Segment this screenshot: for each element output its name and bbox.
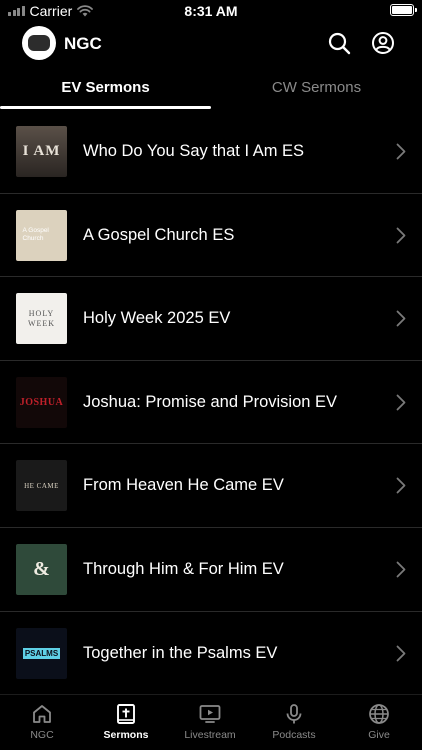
sermon-thumbnail: PSALMS [16,627,67,679]
sermon-thumbnail: JOSHUA [16,376,67,428]
sermon-tabs: EV Sermons CW Sermons [0,70,422,110]
active-tab-indicator [0,106,211,109]
sermon-thumbnail: A Gospel Church [16,209,67,261]
sermon-title: From Heaven He Came EV [83,476,284,495]
thumbnail-text: HOLY WEEK [27,308,56,328]
tab-ev-sermons[interactable]: EV Sermons [0,70,211,108]
thumbnail-text: I AM [22,143,61,159]
list-item[interactable]: HE CAME From Heaven He Came EV [0,444,422,528]
app-title: NGC [64,34,102,53]
list-item[interactable]: HOLY WEEK Holy Week 2025 EV [0,277,422,361]
chevron-right-icon [396,561,406,578]
sermon-title: A Gospel Church ES [83,225,235,244]
sermon-thumbnail: HE CAME [16,460,67,512]
chevron-right-icon [396,143,406,160]
bible-icon [117,704,135,724]
sermon-title: Through Him & For Him EV [83,559,284,578]
sermon-thumbnail: HOLY WEEK [16,293,67,345]
status-time: 8:31 AM [184,3,238,19]
church-logo [22,26,56,60]
thumbnail-text: A Gospel Church [22,227,49,243]
list-item[interactable]: A Gospel Church A Gospel Church ES [0,194,422,278]
tab-label: NGC [30,729,54,741]
tab-label: Podcasts [272,729,316,741]
home-icon [33,705,51,723]
tab-label: Sermons [103,729,149,741]
thumbnail-text: HE CAME [24,481,59,490]
tab-ngc[interactable]: NGC [0,703,84,741]
sermon-title: Holy Week 2025 EV [83,309,231,328]
search-icon[interactable] [327,31,351,55]
chevron-right-icon [396,477,406,494]
app-header: NGC [0,25,422,63]
tab-label: Give [368,729,390,741]
status-bar: Carrier 8:31 AM [0,0,422,22]
chevron-right-icon [396,645,406,661]
microphone-icon [286,704,302,724]
account-icon[interactable] [371,31,395,55]
tab-podcasts[interactable]: Podcasts [252,703,336,741]
list-item[interactable]: JOSHUA Joshua: Promise and Provision EV [0,361,422,445]
sermon-title: Joshua: Promise and Provision EV [83,392,338,411]
thumbnail-text: & [33,557,50,580]
tab-livestream[interactable]: Livestream [168,703,252,741]
tab-cw-sermons[interactable]: CW Sermons [211,70,422,108]
list-item[interactable]: & Through Him & For Him EV [0,528,422,612]
list-item[interactable]: PSALMS Together in the Psalms EV [0,612,422,696]
list-item[interactable]: I AM Who Do You Say that I Am ES [0,110,422,194]
sermon-thumbnail: I AM [16,126,67,177]
chevron-right-icon [396,394,406,411]
sermon-title: Who Do You Say that I Am ES [83,142,305,160]
tab-label: Livestream [184,729,236,741]
sermon-thumbnail: & [16,543,67,595]
chevron-right-icon [396,227,406,243]
bottom-tab-bar: NGC Sermons Livestream Podcasts Give [0,694,422,750]
thumbnail-text: JOSHUA [19,396,64,408]
sermon-title: Together in the Psalms EV [83,643,278,662]
battery-icon [390,4,417,16]
sermon-list: I AM Who Do You Say that I Am ES A Gospe… [0,110,422,696]
chevron-right-icon [396,310,406,327]
thumbnail-text: PSALMS [22,647,61,659]
tab-sermons[interactable]: Sermons [84,703,168,741]
globe-icon [369,704,389,724]
tv-play-icon [199,705,221,723]
tab-give[interactable]: Give [337,703,421,741]
